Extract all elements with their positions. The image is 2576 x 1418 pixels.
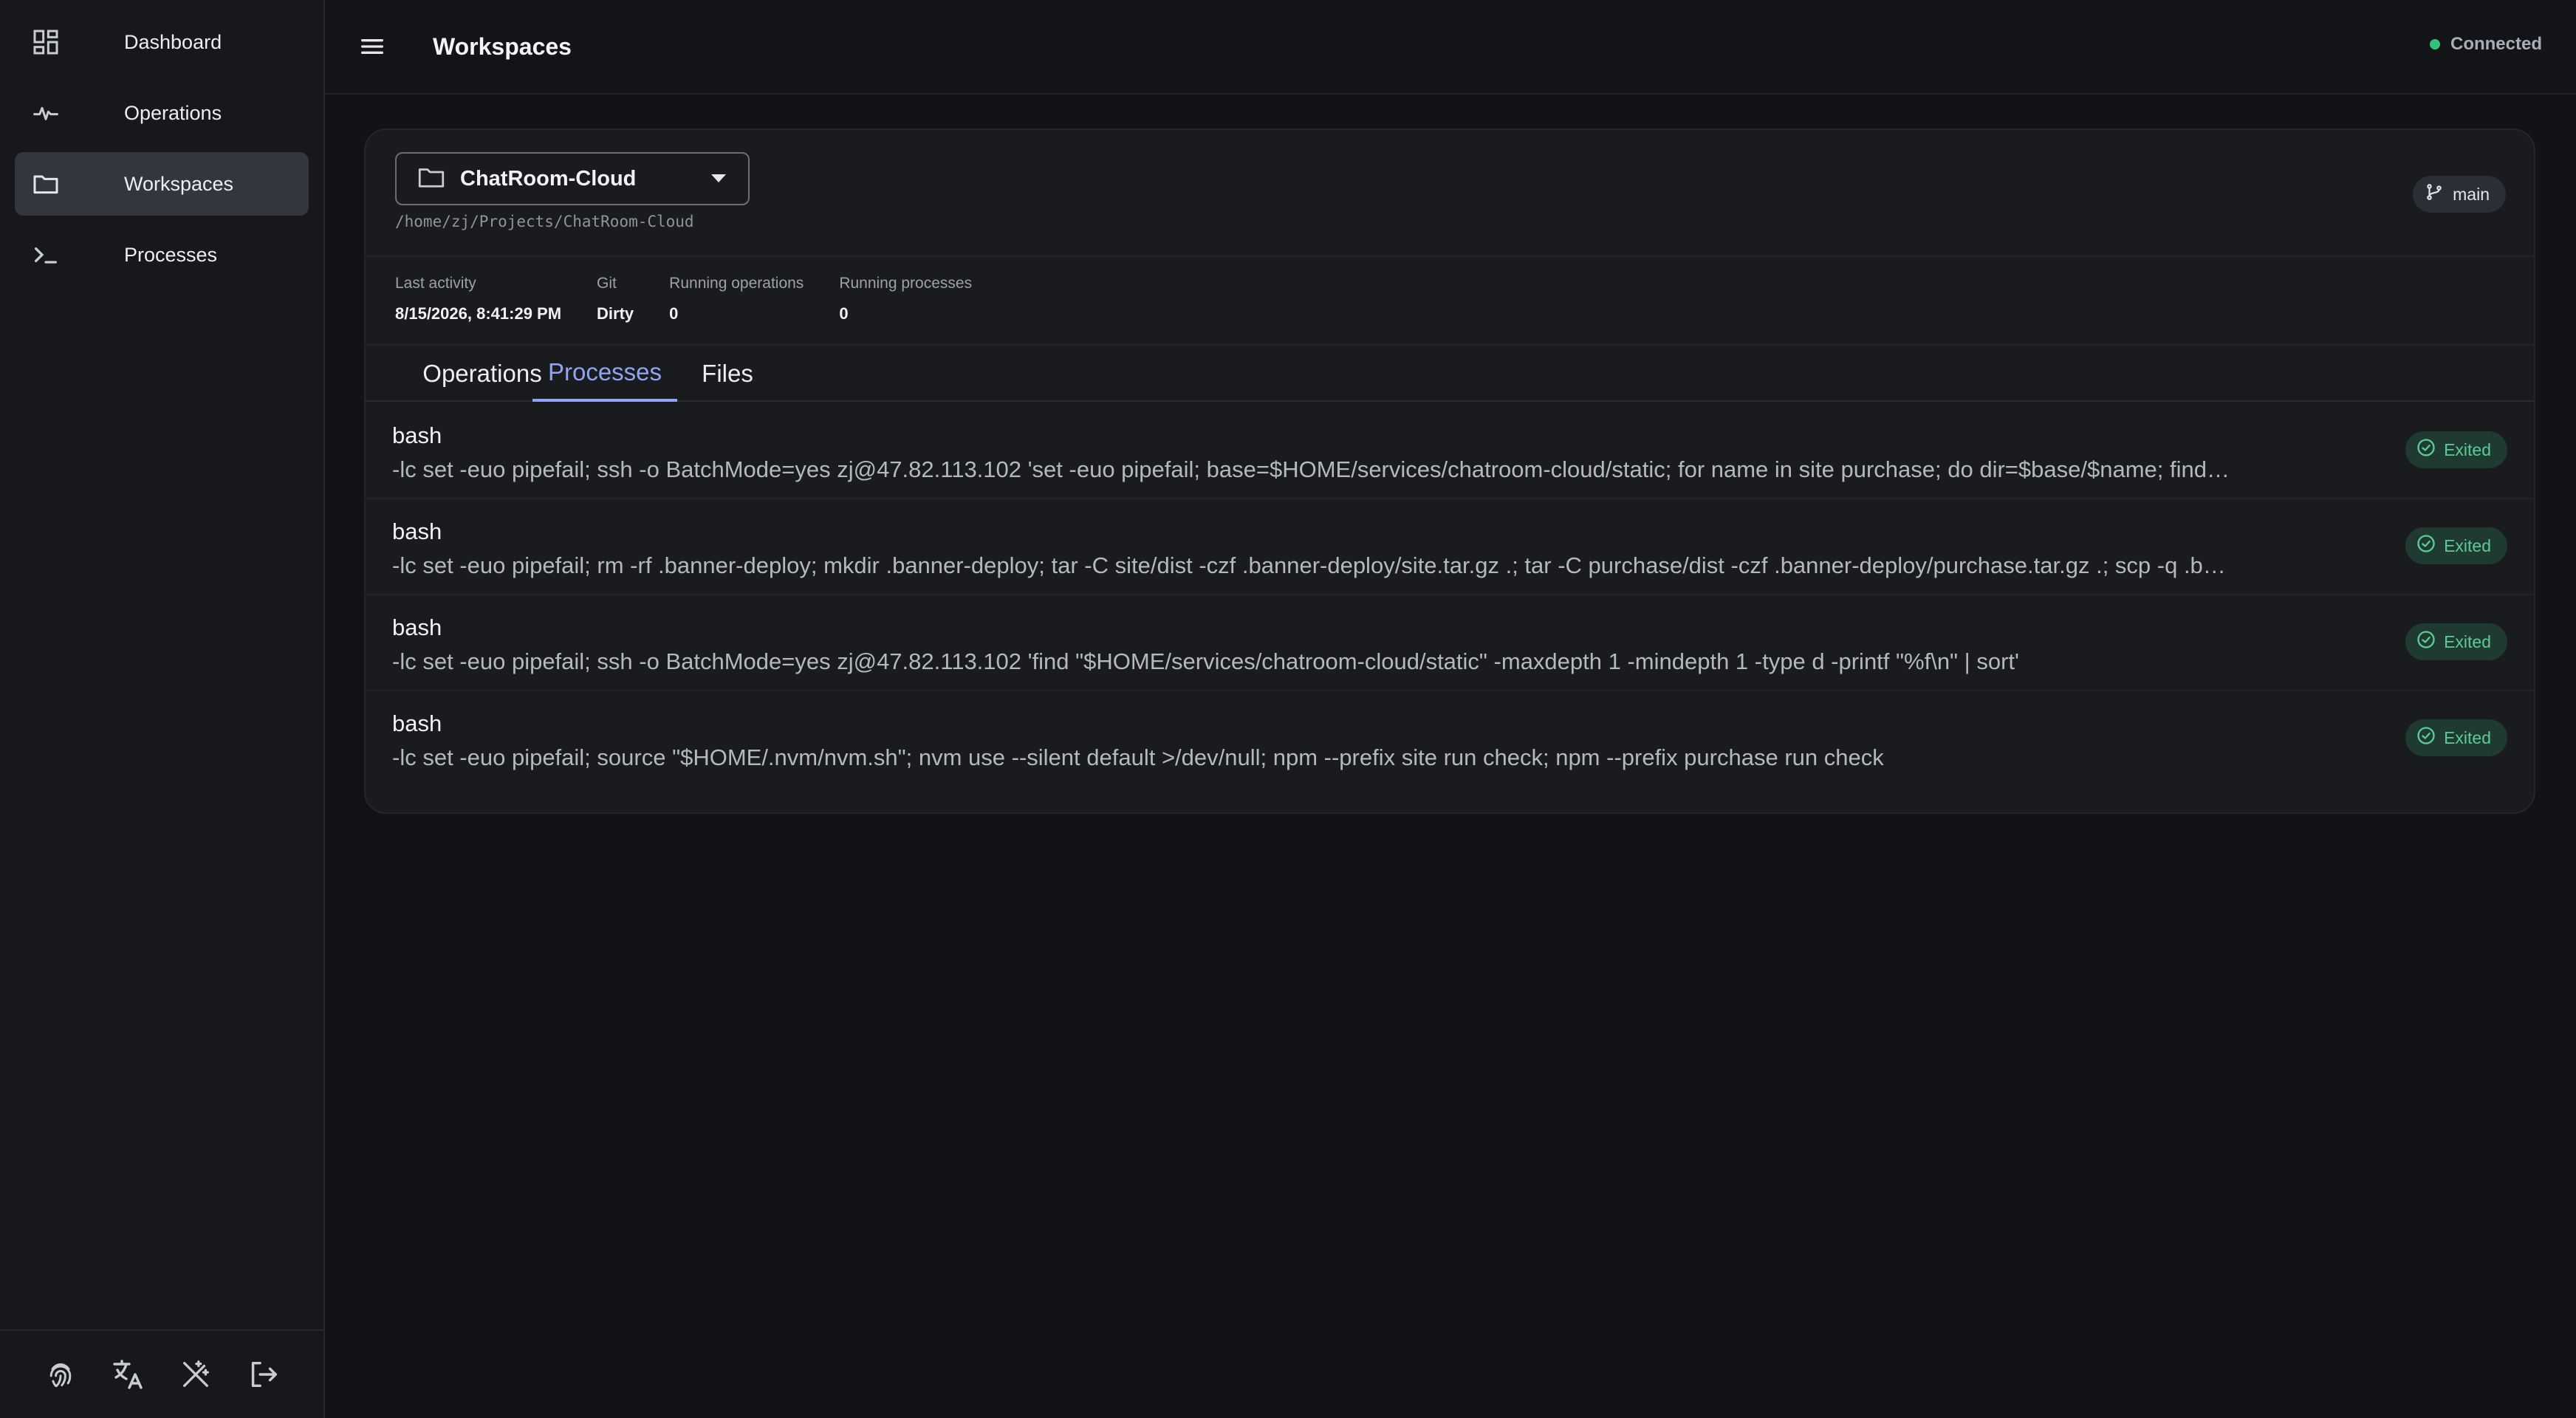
sidebar-footer: [0, 1329, 323, 1418]
theme-wand-icon[interactable]: [175, 1354, 216, 1395]
hamburger-menu-icon[interactable]: [349, 23, 396, 70]
check-circle-icon: [2416, 437, 2436, 462]
status-badge: Exited: [2405, 623, 2507, 660]
process-list: bash -lc set -euo pipefail; ssh -o Batch…: [366, 403, 2534, 787]
connection-status: Connected: [2429, 34, 2542, 55]
stat-value: Dirty: [597, 304, 634, 323]
top-header: Workspaces Connected: [325, 0, 2576, 95]
sidebar-item-label: Dashboard: [124, 30, 222, 53]
stat-value: 0: [669, 304, 679, 323]
process-row[interactable]: bash -lc set -euo pipefail; rm -rf .bann…: [366, 499, 2534, 595]
process-command: -lc set -euo pipefail; source "$HOME/.nv…: [392, 744, 1884, 770]
stat-running-operations: Running operations 0: [669, 275, 804, 323]
page-title: Workspaces: [433, 32, 572, 60]
status-label: Exited: [2444, 727, 2491, 747]
sidebar-item-label: Operations: [124, 101, 222, 124]
process-name: bash: [392, 614, 442, 640]
git-branch-icon: [2425, 182, 2444, 206]
connection-status-label: Connected: [2450, 34, 2542, 54]
tab-files[interactable]: Files: [691, 346, 764, 402]
logout-icon[interactable]: [242, 1354, 284, 1395]
sidebar: Dashboard Operations Workspaces Processe…: [0, 0, 325, 1418]
status-badge: Exited: [2405, 527, 2507, 564]
process-name: bash: [392, 422, 442, 448]
stat-value: 0: [839, 304, 849, 323]
status-label: Exited: [2444, 439, 2491, 459]
tab-processes[interactable]: Processes: [532, 346, 677, 402]
process-command: -lc set -euo pipefail; ssh -o BatchMode=…: [392, 648, 2019, 674]
process-row[interactable]: bash -lc set -euo pipefail; source "$HOM…: [366, 691, 2534, 787]
sidebar-nav: Dashboard Operations Workspaces Processe…: [0, 0, 323, 287]
sidebar-item-label: Processes: [124, 243, 218, 266]
branch-badge: main: [2413, 176, 2506, 213]
stat-label: Running processes: [839, 275, 973, 292]
status-badge: Exited: [2405, 719, 2507, 756]
stat-label: Last activity: [395, 275, 476, 292]
terminal-prompt-icon: [30, 239, 62, 271]
workspace-selector[interactable]: ChatRoom-Cloud: [395, 152, 750, 205]
sidebar-item-operations[interactable]: Operations: [15, 81, 309, 145]
stat-label: Running operations: [669, 275, 804, 292]
workspace-stats: Last activity 8/15/2026, 8:41:29 PM Git …: [395, 275, 1007, 323]
workspace-name: ChatRoom-Cloud: [460, 166, 637, 191]
sidebar-item-dashboard[interactable]: Dashboard: [15, 10, 309, 74]
fingerprint-icon[interactable]: [40, 1354, 81, 1395]
check-circle-icon: [2416, 725, 2436, 750]
workspace-card: ChatRoom-Cloud /home/zj/Projects/ChatRoo…: [364, 129, 2535, 814]
status-label: Exited: [2444, 535, 2491, 555]
check-circle-icon: [2416, 629, 2436, 654]
sidebar-item-processes[interactable]: Processes: [15, 223, 309, 287]
process-command: -lc set -euo pipefail; ssh -o BatchMode=…: [392, 456, 2230, 482]
status-label: Exited: [2444, 631, 2491, 651]
translate-icon[interactable]: [107, 1354, 148, 1395]
sidebar-item-workspaces[interactable]: Workspaces: [15, 152, 309, 216]
status-dot-icon: [2429, 39, 2440, 49]
stat-label: Git: [597, 275, 617, 292]
caret-down-icon: [711, 174, 726, 182]
stat-running-processes: Running processes 0: [839, 275, 972, 323]
folder-icon: [30, 168, 62, 200]
folder-icon: [416, 162, 447, 196]
stat-git: Git Dirty: [597, 275, 634, 323]
divider: [366, 256, 2534, 257]
workspace-path: /home/zj/Projects/ChatRoom-Cloud: [395, 213, 694, 230]
process-name: bash: [392, 710, 442, 736]
process-name: bash: [392, 518, 442, 544]
process-row[interactable]: bash -lc set -euo pipefail; ssh -o Batch…: [366, 403, 2534, 499]
stat-value: 8/15/2026, 8:41:29 PM: [395, 304, 562, 323]
stat-last-activity: Last activity 8/15/2026, 8:41:29 PM: [395, 275, 561, 323]
check-circle-icon: [2416, 533, 2436, 558]
process-row[interactable]: bash -lc set -euo pipefail; ssh -o Batch…: [366, 595, 2534, 691]
branch-name: main: [2453, 184, 2490, 204]
status-badge: Exited: [2405, 431, 2507, 468]
activity-pulse-icon: [30, 97, 62, 129]
workspace-tabs: Operations Processes Files: [366, 346, 2534, 402]
process-command: -lc set -euo pipefail; rm -rf .banner-de…: [392, 552, 2226, 578]
sidebar-item-label: Workspaces: [124, 172, 234, 195]
dashboard-grid-icon: [30, 26, 62, 58]
